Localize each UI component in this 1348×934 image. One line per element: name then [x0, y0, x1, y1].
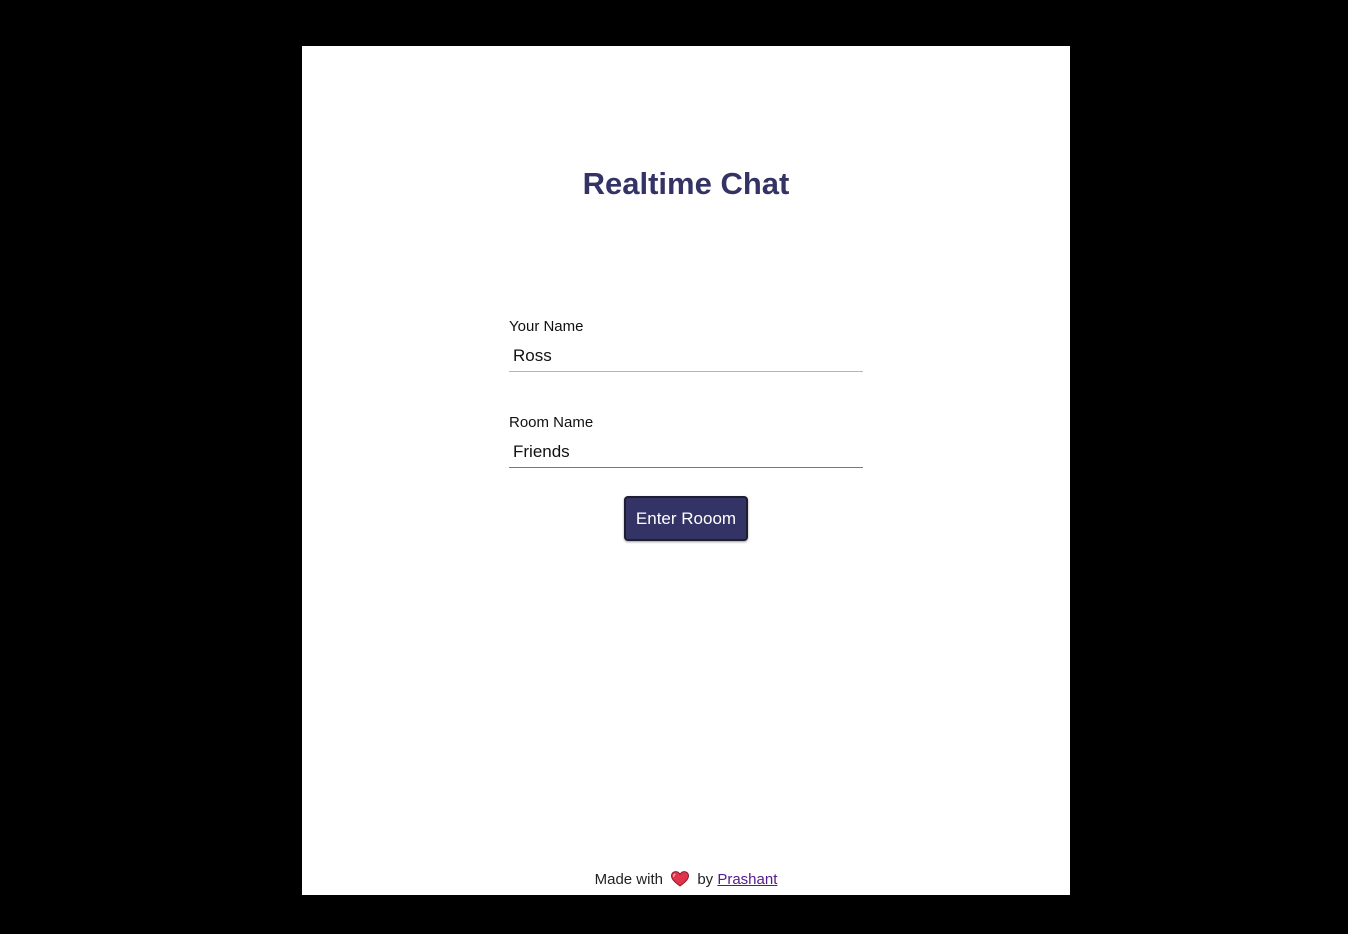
page-title: Realtime Chat — [582, 166, 790, 201]
name-field-group: Your Name — [509, 318, 863, 372]
author-link[interactable]: Prashant — [717, 871, 777, 888]
name-label: Your Name — [509, 318, 584, 335]
room-field-group: Room Name — [509, 414, 863, 468]
footer-by: by — [697, 871, 714, 888]
footer-prefix: Made with — [594, 871, 663, 888]
room-label: Room Name — [509, 414, 594, 431]
footer: Made with by Prashant — [302, 870, 1070, 893]
enter-room-button[interactable]: Enter Rooom — [624, 496, 748, 541]
name-input[interactable] — [509, 336, 863, 372]
login-card: Realtime Chat Your Name Room Name Enter … — [302, 46, 1070, 895]
room-input[interactable] — [509, 432, 863, 468]
heart-icon — [671, 871, 690, 893]
